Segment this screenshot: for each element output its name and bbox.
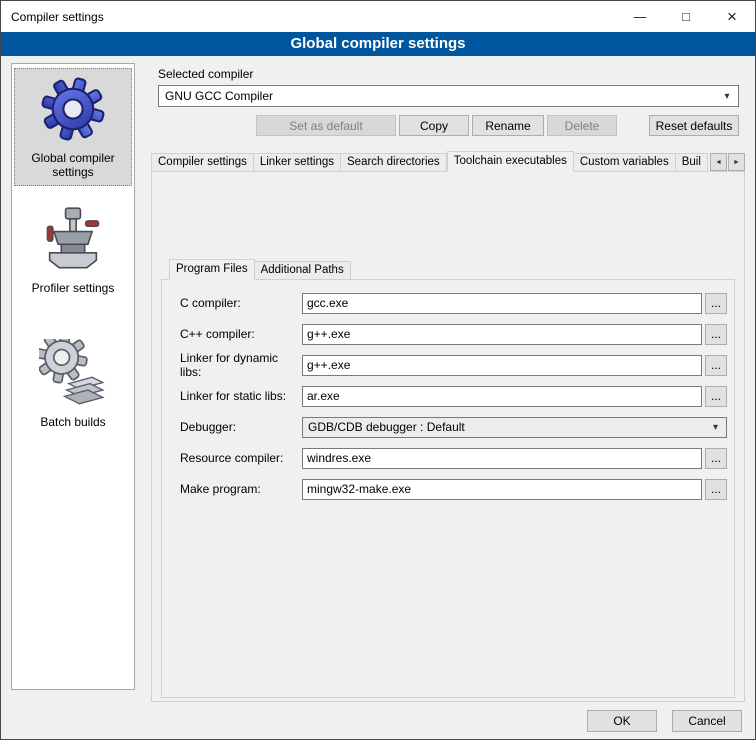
browse-button[interactable]: ... (705, 355, 727, 376)
sidebar-item-batch-builds[interactable]: Batch builds (14, 332, 132, 436)
selected-compiler-label: Selected compiler (158, 67, 253, 81)
delete-button[interactable]: Delete (547, 115, 617, 136)
settings-sidebar: Global compiler settings Profiler settin… (11, 63, 135, 690)
rename-button[interactable]: Rename (472, 115, 544, 136)
form-row: Linker for dynamic libs: ... (180, 354, 727, 376)
tabs: Compiler settings Linker settings Search… (151, 151, 711, 172)
close-button[interactable]: × (709, 1, 755, 32)
form-row: Make program: ... (180, 478, 727, 500)
profiler-icon (39, 205, 107, 273)
tab-toolchain-executables[interactable]: Toolchain executables (447, 151, 574, 172)
form-row: Debugger: GDB/CDB debugger : Default ▾ (180, 416, 727, 438)
browse-button[interactable]: ... (705, 324, 727, 345)
ok-button[interactable]: OK (587, 710, 657, 732)
tab-scroll-left-button[interactable]: ◄ (710, 153, 727, 171)
set-as-default-button[interactable]: Set as default (256, 115, 396, 136)
c-compiler-input[interactable] (302, 293, 702, 314)
tab-scroll-right-button[interactable]: ► (728, 153, 745, 171)
tab-custom-variables[interactable]: Custom variables (574, 153, 676, 172)
gear-gray-icon (39, 339, 107, 407)
make-program-input[interactable] (302, 479, 702, 500)
chevron-down-icon: ▾ (717, 87, 737, 105)
resource-compiler-label: Resource compiler: (180, 451, 302, 465)
program-files-panel: C compiler: ... C++ compiler: ... Linker… (161, 279, 735, 698)
browse-button[interactable]: ... (705, 386, 727, 407)
subtab-additional-paths[interactable]: Additional Paths (255, 261, 351, 280)
window-title: Compiler settings (1, 10, 104, 24)
arrow-left-icon: ◄ (715, 159, 722, 166)
titlebar: Compiler settings — □ × (1, 1, 755, 32)
resource-compiler-input[interactable] (302, 448, 702, 469)
minimize-icon: — (634, 9, 647, 24)
cancel-button[interactable]: Cancel (672, 710, 742, 732)
maximize-button[interactable]: □ (663, 1, 709, 32)
settings-tabstrip: Compiler settings Linker settings Search… (151, 151, 745, 172)
gear-blue-icon (39, 75, 107, 143)
subtab-program-files[interactable]: Program Files (169, 259, 255, 280)
linker-static-label: Linker for static libs: (180, 389, 302, 403)
reset-defaults-button[interactable]: Reset defaults (649, 115, 739, 136)
sidebar-item-label: Profiler settings (32, 281, 115, 295)
tab-search-directories[interactable]: Search directories (341, 153, 447, 172)
debugger-select[interactable]: GDB/CDB debugger : Default ▾ (302, 417, 727, 438)
browse-button[interactable]: ... (705, 293, 727, 314)
form-row: Resource compiler: ... (180, 447, 727, 469)
compiler-select[interactable]: GNU GCC Compiler ▾ (158, 85, 739, 107)
sidebar-item-global-compiler-settings[interactable]: Global compiler settings (14, 68, 132, 186)
c-compiler-label: C compiler: (180, 296, 302, 310)
linker-static-input[interactable] (302, 386, 702, 407)
form-row: C compiler: ... (180, 292, 727, 314)
cpp-compiler-label: C++ compiler: (180, 327, 302, 341)
compiler-actions: Set as default Copy Rename Delete Reset … (158, 115, 739, 136)
cpp-compiler-input[interactable] (302, 324, 702, 345)
sidebar-item-label: Global compiler settings (31, 151, 114, 179)
browse-button[interactable]: ... (705, 479, 727, 500)
debugger-label: Debugger: (180, 420, 302, 434)
tab-scroll-controls: ◄ ► (709, 153, 745, 171)
debugger-select-value: GDB/CDB debugger : Default (308, 420, 465, 434)
tab-build-options[interactable]: Buil (676, 153, 708, 172)
tab-linker-settings[interactable]: Linker settings (254, 153, 341, 172)
close-icon: × (727, 7, 737, 27)
form-row: C++ compiler: ... (180, 323, 727, 345)
maximize-icon: □ (682, 9, 690, 24)
copy-button[interactable]: Copy (399, 115, 469, 136)
sidebar-item-profiler-settings[interactable]: Profiler settings (14, 198, 132, 302)
sidebar-item-label: Batch builds (40, 415, 105, 429)
tab-compiler-settings[interactable]: Compiler settings (151, 153, 254, 172)
chevron-down-icon: ▾ (706, 419, 725, 436)
minimize-button[interactable]: — (617, 1, 663, 32)
compiler-select-value: GNU GCC Compiler (165, 89, 273, 103)
linker-dynamic-input[interactable] (302, 355, 702, 376)
program-subtabstrip: Program Files Additional Paths (169, 259, 351, 280)
make-program-label: Make program: (180, 482, 302, 496)
window-controls: — □ × (617, 1, 755, 32)
compiler-settings-window: Compiler settings — □ × Global compiler … (0, 0, 756, 740)
form-row: Linker for static libs: ... (180, 385, 727, 407)
arrow-right-icon: ► (733, 159, 740, 166)
linker-dynamic-label: Linker for dynamic libs: (180, 351, 302, 379)
page-title: Global compiler settings (1, 32, 755, 56)
browse-button[interactable]: ... (705, 448, 727, 469)
